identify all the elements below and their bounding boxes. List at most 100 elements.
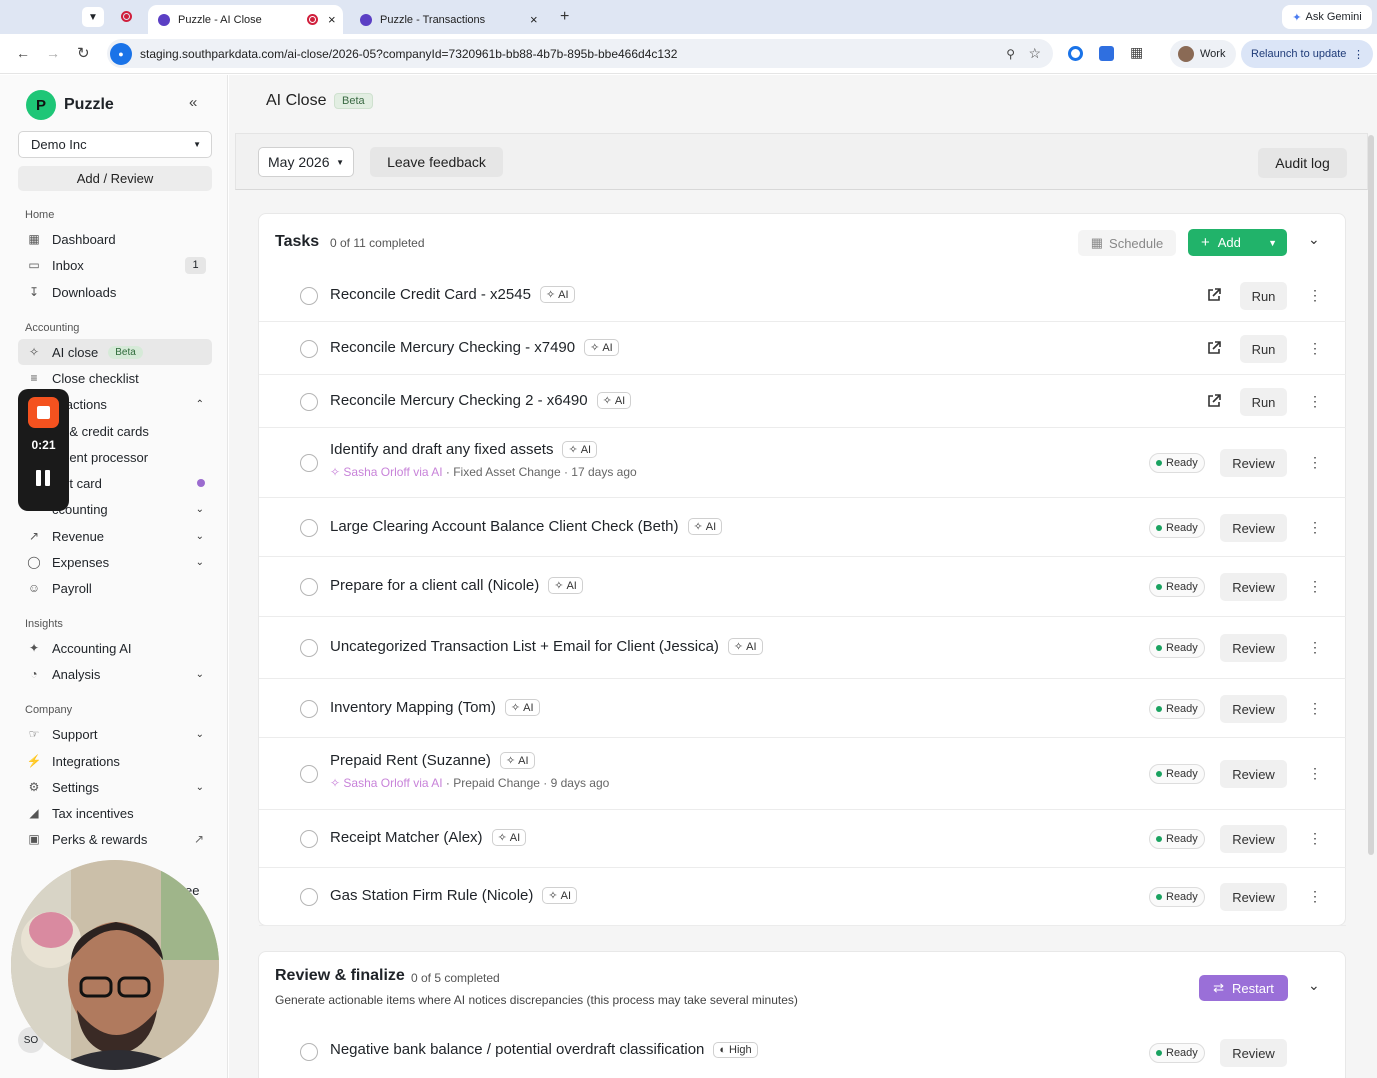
- schedule-button[interactable]: ▦ Schedule: [1078, 230, 1176, 256]
- tab-ai-close[interactable]: Puzzle - AI Close ×: [148, 5, 343, 34]
- sidebar-item-expenses[interactable]: ◯ Expenses ⌄: [18, 549, 212, 575]
- audit-log-button[interactable]: Audit log: [1258, 148, 1347, 178]
- sidebar-item-payroll[interactable]: ☺ Payroll: [18, 575, 212, 601]
- add-review-button[interactable]: Add / Review: [18, 166, 212, 191]
- task-checkbox[interactable]: [300, 578, 318, 596]
- task-checkbox[interactable]: [300, 888, 318, 906]
- task-row[interactable]: Prepare for a client call (Nicole) ✧ AI R…: [259, 557, 1346, 617]
- task-checkbox[interactable]: [300, 639, 318, 657]
- close-tab-icon[interactable]: ×: [328, 12, 336, 27]
- sidebar-item-support[interactable]: ☞ Support ⌄: [18, 721, 212, 747]
- tab-search-chevron-icon[interactable]: ▼: [82, 7, 104, 27]
- sidebar-item-perks[interactable]: ▣ Perks & rewards ↗: [18, 826, 212, 852]
- zoom-icon[interactable]: ⚲: [1006, 47, 1015, 61]
- task-row[interactable]: Receipt Matcher (Alex) ✧ AI Ready Review ⋮: [259, 810, 1346, 868]
- more-options-icon[interactable]: ⋮: [1308, 519, 1322, 536]
- task-checkbox[interactable]: [300, 287, 318, 305]
- close-tab-icon[interactable]: ×: [530, 12, 538, 27]
- task-checkbox[interactable]: [300, 519, 318, 537]
- run-button[interactable]: Run: [1240, 388, 1287, 416]
- task-row[interactable]: Reconcile Credit Card - x2545 ✧ AI Run ⋮: [259, 269, 1346, 322]
- profile-button[interactable]: Work: [1170, 40, 1236, 68]
- task-row[interactable]: Reconcile Mercury Checking 2 - x6490 ✧ AI…: [259, 375, 1346, 428]
- task-checkbox[interactable]: [300, 700, 318, 718]
- sidebar-item-ai-close[interactable]: ✧ AI close Beta: [18, 339, 212, 365]
- tab-transactions[interactable]: Puzzle - Transactions ×: [350, 5, 550, 34]
- sidebar-item-tax-incentives[interactable]: ◢ Tax incentives: [18, 800, 212, 826]
- run-button[interactable]: Run: [1240, 335, 1287, 363]
- chevron-down-icon[interactable]: ▼: [1268, 238, 1277, 248]
- task-row[interactable]: Uncategorized Transaction List + Email f…: [259, 617, 1346, 679]
- extension-icon[interactable]: [1099, 46, 1114, 61]
- sidebar-item-integrations[interactable]: ⚡ Integrations: [18, 748, 212, 774]
- task-row[interactable]: Gas Station Firm Rule (Nicole) ✧ AI Ready…: [259, 868, 1346, 926]
- period-select[interactable]: May 2026 ▼: [258, 147, 354, 177]
- pause-icon[interactable]: [36, 470, 52, 486]
- stop-recording-button[interactable]: [28, 397, 59, 428]
- review-button[interactable]: Review: [1220, 825, 1287, 853]
- restart-button[interactable]: ⇄ Restart: [1199, 975, 1288, 1001]
- review-button[interactable]: Review: [1220, 634, 1287, 662]
- scrollbar-thumb[interactable]: [1368, 135, 1374, 855]
- review-button[interactable]: Review: [1220, 1039, 1287, 1067]
- sidebar-item-downloads[interactable]: ↧ Downloads: [18, 279, 212, 305]
- sidebar-item-dashboard[interactable]: ▦ Dashboard: [18, 226, 212, 252]
- external-link-icon[interactable]: [1206, 340, 1222, 356]
- webcam-bubble[interactable]: [11, 860, 219, 1070]
- add-task-button[interactable]: + Add ▼: [1188, 229, 1287, 256]
- more-options-icon[interactable]: ⋮: [1308, 340, 1322, 357]
- collapse-review-icon[interactable]: ⌄: [1308, 977, 1320, 994]
- review-button[interactable]: Review: [1220, 760, 1287, 788]
- task-checkbox[interactable]: [300, 393, 318, 411]
- more-options-icon[interactable]: ⋮: [1308, 700, 1322, 717]
- task-row[interactable]: Identify and draft any fixed assets ✧ AI …: [259, 428, 1346, 498]
- task-row[interactable]: Large Clearing Account Balance Client Ch…: [259, 498, 1346, 557]
- more-options-icon[interactable]: ⋮: [1308, 830, 1322, 847]
- more-icon[interactable]: ⋮: [1353, 48, 1364, 61]
- more-options-icon[interactable]: ⋮: [1308, 578, 1322, 595]
- bookmark-star-icon[interactable]: ☆: [1028, 45, 1041, 62]
- review-button[interactable]: Review: [1220, 695, 1287, 723]
- more-options-icon[interactable]: ⋮: [1308, 765, 1322, 782]
- task-checkbox[interactable]: [300, 340, 318, 358]
- extension-icon[interactable]: [1068, 46, 1083, 61]
- task-checkbox[interactable]: [300, 454, 318, 472]
- sidebar-item-revenue[interactable]: ↗ Revenue ⌄: [18, 523, 212, 549]
- url-field[interactable]: ● staging.southparkdata.com/ai-close/202…: [107, 39, 1053, 68]
- leave-feedback-button[interactable]: Leave feedback: [370, 147, 503, 177]
- sidebar-item-analysis[interactable]: ◔ Analysis ⌄: [18, 661, 212, 687]
- more-options-icon[interactable]: ⋮: [1308, 454, 1322, 471]
- task-checkbox[interactable]: [300, 1043, 318, 1061]
- company-select[interactable]: Demo Inc ▼: [18, 131, 212, 158]
- task-row[interactable]: Inventory Mapping (Tom) ✧ AI Ready Review ⋮: [259, 679, 1346, 738]
- sidebar-item-close-checklist[interactable]: ≡ Close checklist: [18, 365, 212, 391]
- more-options-icon[interactable]: ⋮: [1308, 888, 1322, 905]
- review-item-row[interactable]: Negative bank balance / potential overdr…: [259, 1028, 1346, 1078]
- site-info-icon[interactable]: ●: [110, 42, 132, 65]
- review-button[interactable]: Review: [1220, 573, 1287, 601]
- review-button[interactable]: Review: [1220, 514, 1287, 542]
- sidebar-item-inbox[interactable]: ▭ Inbox 1: [18, 252, 212, 278]
- task-row[interactable]: Reconcile Mercury Checking - x7490 ✧ AI R…: [259, 322, 1346, 375]
- collapse-sidebar-icon[interactable]: «: [189, 94, 197, 111]
- task-checkbox[interactable]: [300, 765, 318, 783]
- run-button[interactable]: Run: [1240, 282, 1287, 310]
- review-button[interactable]: Review: [1220, 883, 1287, 911]
- more-options-icon[interactable]: ⋮: [1308, 393, 1322, 410]
- external-link-icon[interactable]: [1206, 287, 1222, 303]
- collapse-tasks-icon[interactable]: ⌄: [1308, 231, 1320, 248]
- ask-gemini-button[interactable]: ✦ Ask Gemini: [1282, 5, 1372, 29]
- more-options-icon[interactable]: ⋮: [1308, 287, 1322, 304]
- task-checkbox[interactable]: [300, 830, 318, 848]
- relaunch-button[interactable]: Relaunch to update ⋮: [1241, 40, 1373, 68]
- back-icon[interactable]: ←: [16, 45, 30, 61]
- review-button[interactable]: Review: [1220, 449, 1287, 477]
- reload-icon[interactable]: ↻: [77, 44, 90, 62]
- sidebar-item-settings[interactable]: ⚙ Settings ⌄: [18, 774, 212, 800]
- task-row[interactable]: Prepaid Rent (Suzanne) ✧ AI ✧ Sasha Orlof…: [259, 738, 1346, 810]
- new-tab-icon[interactable]: +: [560, 8, 569, 26]
- sidebar-item-accounting-ai[interactable]: ✦ Accounting AI: [18, 635, 212, 661]
- extensions-puzzle-icon[interactable]: ▦: [1130, 44, 1143, 61]
- external-link-icon[interactable]: [1206, 393, 1222, 409]
- more-options-icon[interactable]: ⋮: [1308, 639, 1322, 656]
